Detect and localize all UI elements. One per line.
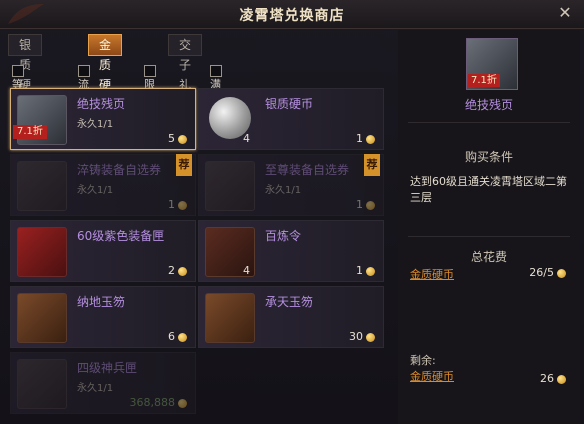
item-card[interactable]: 至尊装备自选券 永久1/1 1 <box>198 154 384 216</box>
item-quantity: 4 <box>243 264 250 277</box>
window-title: 凌霄塔兑换商店 <box>239 8 345 24</box>
item-card[interactable]: 4 百炼令 1 <box>198 220 384 282</box>
item-name: 绝技残页 <box>77 97 126 111</box>
item-price: 1 <box>168 198 187 211</box>
tab-jiaozi-pack[interactable]: 交子礼包 <box>168 34 203 112</box>
jade-tablet-icon <box>17 293 67 343</box>
title-bar: 凌霄塔兑换商店 ✕ <box>0 0 584 29</box>
item-limit: 永久1/1 <box>265 185 302 196</box>
recommend-badge: 荐 <box>176 154 192 176</box>
detail-item-name: 绝技残页 <box>464 98 513 112</box>
cost-value: 26/5 <box>529 266 566 279</box>
item-card[interactable]: 7.1折 绝技残页 永久1/1 5 <box>10 88 196 150</box>
filter-school[interactable]: 流派筛选 <box>78 64 94 133</box>
condition-text: 达到60级且通关凌霄塔区域二第三层 <box>410 175 567 204</box>
item-name: 纳地玉笏 <box>77 295 126 309</box>
gold-coin-icon <box>178 200 187 210</box>
item-name: 淬铸装备自选券 <box>77 163 162 177</box>
item-price: 6 <box>168 330 187 343</box>
voucher-icon <box>17 161 67 211</box>
item-name: 60级紫色装备匣 <box>77 229 165 243</box>
item-card[interactable]: 纳地玉笏 6 <box>10 286 196 348</box>
item-limit: 永久1/1 <box>77 383 114 394</box>
discount-badge: 7.1折 <box>13 125 47 139</box>
gold-coin-icon <box>178 134 187 144</box>
gold-coin-icon <box>557 374 566 384</box>
filter-level[interactable]: 等级筛选 <box>12 64 28 133</box>
item-price: 1 <box>356 198 375 211</box>
item-name: 承天玉笏 <box>265 295 314 309</box>
item-price: 368,888 <box>130 396 187 409</box>
filter-limit[interactable]: 限购筛选 <box>144 64 160 133</box>
condition-heading: 购买条件 <box>464 150 513 164</box>
checkbox-icon[interactable] <box>12 65 24 77</box>
item-card[interactable]: 四级神兵匣 永久1/1 368,888 <box>10 352 196 414</box>
divider <box>408 236 570 237</box>
item-name: 至尊装备自选券 <box>265 163 350 177</box>
tab-gold-coin[interactable]: 金质硬币 <box>88 34 123 112</box>
gold-coin-icon <box>366 332 375 342</box>
tab-silver-coin[interactable]: 银质硬币 <box>8 34 43 112</box>
cost-currency-link[interactable]: 金质硬币 <box>410 266 454 282</box>
item-card[interactable]: 淬铸装备自选券 永久1/1 1 <box>10 154 196 216</box>
item-limit: 永久1/1 <box>77 119 114 130</box>
item-grid: 7.1折 绝技残页 永久1/1 5 4 银质硬币 1 淬铸装备自选券 永久1/1… <box>8 86 386 424</box>
discount-badge: 7.1折 <box>468 74 500 87</box>
checkbox-icon[interactable] <box>144 65 156 77</box>
gold-coin-icon <box>366 134 375 144</box>
detail-panel: 7.1折 绝技残页 购买条件 达到60级且通关凌霄塔区域二第三层 总花费 金质硬… <box>398 30 580 424</box>
checkbox-icon[interactable] <box>210 65 222 77</box>
gold-coin-icon <box>557 268 566 278</box>
voucher-icon <box>205 161 255 211</box>
gold-coin-icon <box>178 266 187 276</box>
item-limit: 永久1/1 <box>77 185 114 196</box>
gold-coin-icon <box>366 266 375 276</box>
remain-currency-link[interactable]: 金质硬币 <box>410 368 454 384</box>
shop-window: 凌霄塔兑换商店 ✕ 银质硬币 金质硬币 交子礼包 等级筛选 流派筛选 限购筛选 … <box>0 0 584 424</box>
remain-value: 26 <box>540 372 566 385</box>
item-price: 30 <box>349 330 375 343</box>
item-price: 1 <box>356 132 375 145</box>
checkbox-icon[interactable] <box>78 65 90 77</box>
item-price: 2 <box>168 264 187 277</box>
divider <box>408 122 570 123</box>
item-quantity: 4 <box>243 132 250 145</box>
gold-coin-icon <box>178 398 187 408</box>
weapon-box-icon <box>17 359 67 409</box>
gold-coin-icon <box>366 200 375 210</box>
recommend-badge: 荐 <box>364 154 380 176</box>
item-name: 四级神兵匣 <box>77 361 138 375</box>
chest-icon <box>17 227 67 277</box>
jade-tablet-icon <box>205 293 255 343</box>
gold-coin-icon <box>178 332 187 342</box>
filter-meets-condition[interactable]: 满足条件 <box>210 64 226 133</box>
item-card[interactable]: 承天玉笏 30 <box>198 286 384 348</box>
item-card[interactable]: 4 银质硬币 1 <box>198 88 384 150</box>
item-name: 百炼令 <box>265 229 302 243</box>
remain-label: 剩余: <box>410 354 436 367</box>
cost-heading: 总花费 <box>470 250 507 264</box>
item-name: 银质硬币 <box>265 97 314 111</box>
item-price: 1 <box>356 264 375 277</box>
item-price: 5 <box>168 132 187 145</box>
item-card[interactable]: 60级紫色装备匣 2 <box>10 220 196 282</box>
close-icon[interactable]: ✕ <box>556 4 574 22</box>
